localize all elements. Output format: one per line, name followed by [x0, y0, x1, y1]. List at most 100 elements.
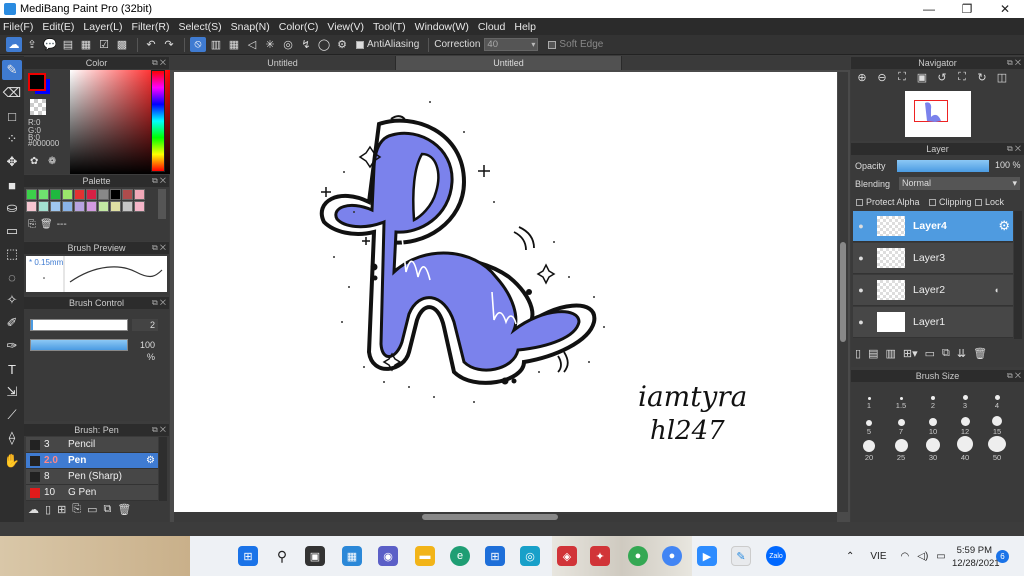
brush-size-option[interactable]: 40: [949, 436, 981, 462]
upload-icon[interactable]: ⇪: [24, 37, 40, 52]
menu-cloud[interactable]: Cloud: [478, 21, 505, 33]
soft-edge-checkbox[interactable]: [548, 40, 557, 49]
palette-swatch[interactable]: [98, 201, 109, 212]
eraser-tool-icon[interactable]: ⌫: [2, 83, 22, 103]
fullscreen-icon[interactable]: ⛶: [953, 71, 971, 85]
brush-size-option[interactable]: 10: [917, 410, 949, 436]
zoom-in-icon[interactable]: ⊕: [853, 71, 871, 85]
brush-size-slider[interactable]: [30, 319, 128, 331]
protect-alpha-checkbox[interactable]: Protect Alpha: [856, 197, 920, 207]
brush-size-option[interactable]: 15: [981, 410, 1013, 436]
canvas-horizontal-scrollbar[interactable]: [174, 512, 837, 522]
gradient-tool-icon[interactable]: ▭: [2, 221, 22, 241]
foreground-color-swatch[interactable]: [28, 73, 46, 91]
edge-icon[interactable]: e: [450, 546, 470, 566]
palette-swatch[interactable]: [38, 189, 49, 200]
document-icon[interactable]: ▦: [78, 37, 94, 52]
panel-window-icon[interactable]: ⧉ ✕: [152, 175, 166, 187]
palette-swatch[interactable]: [50, 201, 61, 212]
red-app-icon[interactable]: ✦: [590, 546, 610, 566]
brush-size-option[interactable]: 25: [885, 436, 917, 462]
color-wheel-icon[interactable]: ✿: [30, 156, 44, 169]
brush-item-g-pen[interactable]: 10 G Pen: [26, 485, 158, 501]
chrome-profile-icon[interactable]: ●: [662, 546, 682, 566]
palette-swatch[interactable]: [74, 189, 85, 200]
rotate-right-icon[interactable]: ↻: [973, 71, 991, 85]
visibility-icon[interactable]: ●: [853, 285, 869, 295]
brush-size-option[interactable]: 30: [917, 436, 949, 462]
palette-swatch[interactable]: [122, 189, 133, 200]
comment-icon[interactable]: 💬: [42, 37, 58, 52]
search-icon[interactable]: ⚲: [272, 546, 292, 566]
cloud-sync-icon[interactable]: ☁: [6, 37, 22, 52]
layer-item-layer1[interactable]: ● Layer1: [853, 307, 1013, 338]
palette-swatch[interactable]: [26, 189, 37, 200]
snap-off-icon[interactable]: ⦸: [190, 37, 206, 52]
brush-item-pen[interactable]: 2.0 Pen ⚙: [26, 453, 158, 469]
minimize-icon[interactable]: —: [910, 2, 948, 16]
rotate-left-icon[interactable]: ↺: [933, 71, 951, 85]
bucket-tool-icon[interactable]: ⛀: [2, 198, 22, 218]
palette-swatch[interactable]: [38, 201, 49, 212]
zoom-out-icon[interactable]: ⊖: [873, 71, 891, 85]
brush-tool-icon[interactable]: ✎: [2, 60, 22, 80]
wifi-icon[interactable]: ◠: [901, 551, 910, 562]
brush-group-icon[interactable]: ⧉: [104, 503, 112, 516]
tray-chevron-icon[interactable]: ⌃: [846, 551, 854, 562]
clipping-checkbox[interactable]: Clipping: [929, 197, 972, 207]
brush-copy-icon[interactable]: ⎘: [72, 503, 81, 516]
snap-cross-icon[interactable]: ▦: [226, 37, 242, 52]
panel-window-icon[interactable]: ⧉ ✕: [1007, 370, 1021, 382]
panel-window-icon[interactable]: ⧉ ✕: [152, 297, 166, 309]
panel-window-icon[interactable]: ⧉ ✕: [1007, 57, 1021, 69]
color-settings-icon[interactable]: ❁: [48, 156, 62, 169]
palette-swatch[interactable]: [98, 189, 109, 200]
magic-wand-tool-icon[interactable]: ✧: [2, 290, 22, 310]
menu-help[interactable]: Help: [514, 21, 536, 33]
menu-file[interactable]: File(F): [3, 21, 33, 33]
visibility-icon[interactable]: ●: [853, 253, 869, 263]
fit-icon[interactable]: ⛶: [893, 71, 911, 85]
brush-size-option[interactable]: 1.5: [885, 384, 917, 410]
delete-layer-icon[interactable]: 🗑: [973, 347, 987, 360]
visibility-icon[interactable]: ●: [853, 317, 869, 327]
widgets-icon[interactable]: ▦: [342, 546, 362, 566]
brush-settings-icon[interactable]: ⚙: [146, 455, 155, 466]
taskbar-clock[interactable]: 5:59 PM 12/28/2021: [952, 544, 1000, 570]
chrome-icon[interactable]: ●: [628, 546, 648, 566]
brush-size-option[interactable]: 2: [917, 384, 949, 410]
fill-rect-tool-icon[interactable]: ■: [2, 175, 22, 195]
rectangle-tool-icon[interactable]: □: [2, 106, 22, 126]
app-icon-blue[interactable]: ◎: [520, 546, 540, 566]
panel-window-icon[interactable]: ⧉ ✕: [152, 242, 166, 254]
layer-item-layer2[interactable]: ● Layer2 ◖: [853, 275, 1013, 306]
store-icon[interactable]: ⊞: [485, 546, 505, 566]
palette-swatch[interactable]: [62, 201, 73, 212]
brush-size-option[interactable]: 3: [949, 384, 981, 410]
layer-settings-icon[interactable]: ⚙: [998, 218, 1010, 234]
snap-circle-icon[interactable]: ◎: [280, 37, 296, 52]
language-indicator[interactable]: VIE: [870, 551, 886, 562]
divide-tool-icon[interactable]: ⟋: [2, 405, 22, 425]
snap-curve-icon[interactable]: ↯: [298, 37, 314, 52]
select-eraser-tool-icon[interactable]: ✑: [2, 336, 22, 356]
delete-brush-icon[interactable]: 🗑: [117, 503, 131, 516]
menu-snap[interactable]: Snap(N): [231, 21, 270, 33]
blending-select[interactable]: Normal: [899, 177, 1020, 190]
shield-app-icon[interactable]: ◈: [557, 546, 577, 566]
new-brush-icon[interactable]: ▯: [45, 503, 51, 516]
cloud-brush-icon[interactable]: ☁: [28, 503, 39, 516]
zoom-app-icon[interactable]: ▶: [697, 546, 717, 566]
snap-settings-icon[interactable]: ⚙: [334, 37, 350, 52]
actual-size-icon[interactable]: ▣: [913, 71, 931, 85]
lock-checkbox[interactable]: Lock: [975, 197, 1004, 207]
volume-icon[interactable]: ◁): [917, 551, 928, 562]
layer-folder-icon[interactable]: ▭: [925, 347, 935, 360]
palette-swatch[interactable]: [74, 201, 85, 212]
menu-layer[interactable]: Layer(L): [83, 21, 122, 33]
palette-swatch[interactable]: [62, 189, 73, 200]
panel-window-icon[interactable]: ⧉ ✕: [152, 424, 166, 436]
task-view-icon[interactable]: ▣: [305, 546, 325, 566]
chat-icon[interactable]: ◉: [378, 546, 398, 566]
snap-ellipse-icon[interactable]: ◯: [316, 37, 332, 52]
